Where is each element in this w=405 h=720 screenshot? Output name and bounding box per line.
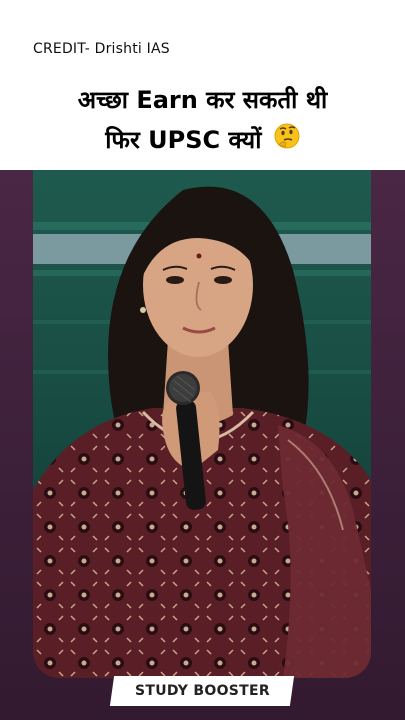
badge-label: STUDY BOOSTER: [134, 683, 270, 699]
headline-line-1: अच्छा Earn कर सकती थी: [77, 86, 328, 114]
caption-header: CREDIT- Drishti IAS अच्छा Earn कर सकती थ…: [0, 0, 405, 170]
credit-text: CREDIT- Drishti IAS: [33, 41, 170, 57]
headline-line-2-wrap: फिर UPSC क्यों: [0, 120, 405, 161]
study-booster-badge: STUDY BOOSTER: [109, 676, 295, 706]
headline: अच्छा Earn कर सकती थी फिर UPSC क्यों: [0, 80, 405, 161]
thinking-face-icon: [274, 121, 300, 161]
headline-line-2: फिर UPSC क्यों: [105, 126, 262, 154]
video-frame[interactable]: [33, 170, 371, 678]
speaker-illustration: [33, 170, 371, 678]
